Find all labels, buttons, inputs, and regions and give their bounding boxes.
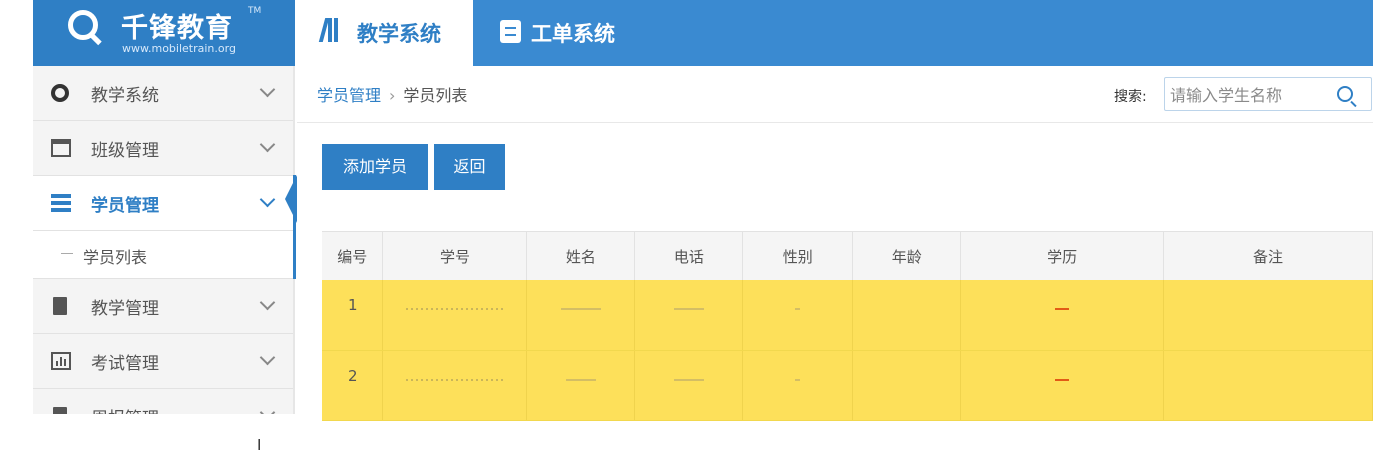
active-indicator-bar [293,175,296,279]
cell-number: 1 [322,280,384,351]
chevron-down-icon [259,81,276,98]
brand-name: 千锋教育 [121,13,233,44]
sidebar-item-label: 班级管理 [91,141,159,161]
redacted-text [1055,378,1070,381]
search-box [1164,77,1372,111]
bar-chart-icon [51,352,71,370]
sidebar-item-teaching-system[interactable]: 教学系统 [33,66,293,121]
redacted-text [565,378,596,381]
redacted-text [795,308,801,310]
cell-name [526,350,636,421]
search-label: 搜索: [1114,89,1147,105]
tree-line [61,253,73,254]
student-table: 编号 学号 姓名 电话 性别 年龄 学历 备注 1 2 [322,231,1373,421]
redacted-text [673,308,704,310]
tab-label: 教学系统 [357,22,441,46]
cell-phone [634,350,744,421]
back-button[interactable]: 返回 [434,144,505,190]
calendar-icon [51,139,71,157]
sidebar-subitem-label: 学员列表 [83,248,148,267]
tab-work-order-system[interactable]: 工单系统 [473,0,653,66]
books-icon [318,18,344,44]
list-icon [51,194,71,212]
logo-q-icon [68,10,98,40]
breadcrumb-separator: › [389,86,396,105]
sidebar: 教学系统 班级管理 学员管理 学员列表 教学管理 考试管理 周报管理 [33,66,295,414]
breadcrumb: 学员管理 › 学员列表 [317,82,467,106]
cell-remark [1163,280,1373,351]
cell-age [852,280,962,351]
redacted-text [560,308,601,310]
column-header[interactable]: 年龄 [852,231,962,280]
cell-education [960,280,1165,351]
cell-remark [1163,350,1373,421]
redacted-text [673,378,704,381]
column-header[interactable]: 性别 [742,231,854,280]
sidebar-item-label: 教学系统 [91,86,159,106]
sidebar-item-label: 教学管理 [91,299,159,319]
sidebar-subitem-student-list[interactable]: 学员列表 [33,231,293,279]
cell-gender [742,350,854,421]
sidebar-item-student-management[interactable]: 学员管理 [33,176,293,231]
cell-phone [634,280,744,351]
column-header[interactable]: 电话 [634,231,744,280]
redacted-text [405,308,504,310]
sidebar-item-exam-management[interactable]: 考试管理 [33,334,293,389]
document-icon [53,297,67,315]
add-student-button[interactable]: 添加学员 [322,144,428,190]
text-cursor-icon: I [257,436,262,454]
column-header[interactable]: 学号 [382,231,528,280]
table-row[interactable]: 1 [322,280,1373,351]
cell-student-id [382,280,528,351]
column-header[interactable]: 姓名 [526,231,636,280]
tab-teaching-system[interactable]: 教学系统 [295,0,473,66]
clipboard-icon [500,20,521,43]
sidebar-item-label: 学员管理 [91,196,159,216]
cell-student-id [382,350,528,421]
sidebar-item-weekly-report[interactable]: 周报管理 [33,389,293,414]
sidebar-item-label: 周报管理 [91,404,159,414]
breadcrumb-parent-link[interactable]: 学员管理 [317,86,381,105]
cell-age [852,350,962,421]
report-icon [53,407,67,414]
redacted-text [795,378,801,381]
sidebar-item-label: 考试管理 [91,354,159,374]
cell-education [960,350,1165,421]
cell-gender [742,280,854,351]
brand-url: www.mobiletrain.org [122,42,236,55]
cell-name [526,280,636,351]
sidebar-item-teaching-management[interactable]: 教学管理 [33,279,293,334]
column-header[interactable]: 备注 [1163,231,1373,280]
main-content: 学员管理 › 学员列表 搜索: 添加学员 返回 编号 学号 姓名 电话 性别 年龄 … [297,66,1373,421]
breadcrumb-current: 学员列表 [403,86,468,105]
table-row[interactable]: 2 [322,350,1373,421]
chevron-down-icon [259,294,276,311]
column-header[interactable]: 学历 [960,231,1165,280]
search-icon[interactable] [1337,86,1353,102]
tab-label: 工单系统 [531,22,615,46]
divider [297,122,1373,123]
chevron-down-icon [259,404,276,414]
gear-icon [51,84,69,102]
column-header[interactable]: 编号 [322,231,384,280]
chevron-down-icon [259,191,276,208]
redacted-text [405,378,504,381]
table-header-row: 编号 学号 姓名 电话 性别 年龄 学历 备注 [322,231,1373,280]
cell-number: 2 [322,350,384,421]
redacted-text [1055,308,1070,310]
sidebar-item-class-management[interactable]: 班级管理 [33,121,293,176]
brand-tm: TM [248,6,262,16]
chevron-down-icon [259,136,276,153]
chevron-down-icon [259,349,276,366]
brand-logo[interactable]: 千锋教育 TM www.mobiletrain.org [33,0,295,66]
search-input[interactable] [1168,81,1342,109]
